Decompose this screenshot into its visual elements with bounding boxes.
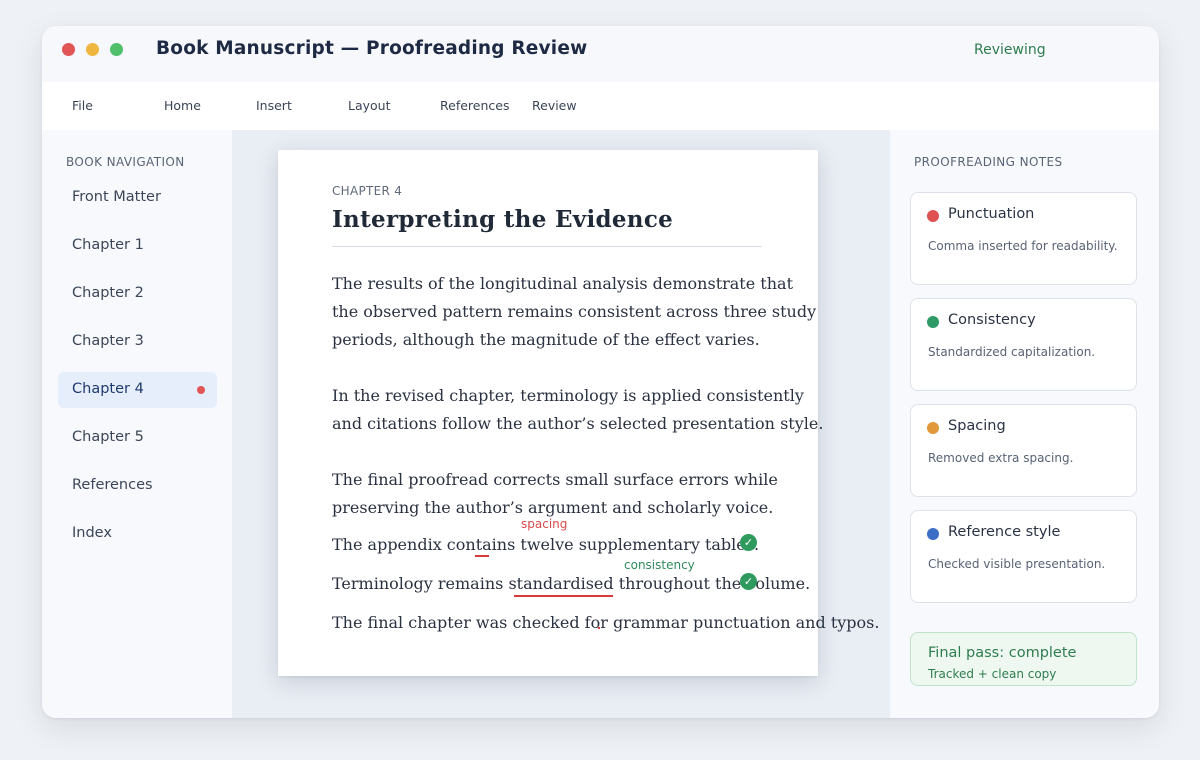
paragraph-2[interactable]: In the revised chapter, terminology is a… [332, 382, 892, 438]
sidebar-item-label: Chapter 2 [72, 285, 144, 301]
review-status: Reviewing [974, 42, 1046, 58]
paragraph-1[interactable]: The results of the longitudinal analysis… [332, 270, 892, 354]
sidebar-item-chapter-3[interactable]: Chapter 3 [58, 324, 217, 360]
sidebar-item-label: References [72, 477, 153, 493]
menu-insert[interactable]: Insert [256, 98, 292, 113]
sidebar-item-chapter-2[interactable]: Chapter 2 [58, 276, 217, 312]
note-card-spacing[interactable]: Spacing Removed extra spacing. [910, 404, 1137, 497]
maximize-window-button[interactable] [110, 43, 123, 56]
proofreading-notes-panel: PROOFREADING NOTES Punctuation Comma ins… [890, 130, 1159, 718]
app-window: Book Manuscript — Proofreading Review Re… [42, 26, 1159, 718]
sidebar-item-chapter-5[interactable]: Chapter 5 [58, 420, 217, 456]
menu-bar: File Home Insert Layout References Revie… [42, 82, 1159, 130]
final-pass-status-card: Final pass: complete Tracked + clean cop… [910, 632, 1137, 686]
notes-heading: PROOFREADING NOTES [914, 155, 1063, 169]
note-title: Reference style [948, 524, 1061, 540]
consistency-edit-label: consistency [624, 558, 695, 572]
menu-file[interactable]: File [72, 98, 93, 113]
line-text-before: Terminology remains [332, 574, 509, 593]
note-description: Removed extra spacing. [928, 451, 1074, 465]
reference-style-color-dot [927, 528, 939, 540]
note-title: Consistency [948, 312, 1036, 328]
consistency-color-dot [927, 316, 939, 328]
final-pass-title: Final pass: complete [928, 645, 1077, 661]
menu-references[interactable]: References [440, 98, 509, 113]
paragraph-line: preserving the author’s argument and sch… [332, 498, 774, 517]
sidebar-item-references[interactable]: References [58, 468, 217, 504]
edited-line-spacing[interactable]: The appendix contains twelve supplementa… [332, 535, 759, 554]
document-canvas: CHAPTER 4 Interpreting the Evidence The … [232, 130, 890, 718]
paragraph-line: In the revised chapter, terminology is a… [332, 386, 804, 405]
consistency-edit-underline [514, 595, 613, 597]
title-divider [332, 246, 762, 247]
sidebar-item-index[interactable]: Index [58, 516, 217, 552]
paragraph-line: the observed pattern remains consistent … [332, 302, 817, 321]
line-text-after: throughout the volume. [613, 574, 811, 593]
accepted-check-icon[interactable]: ✓ [740, 534, 757, 551]
note-description: Comma inserted for readability. [928, 239, 1118, 253]
paragraph-line: periods, although the magnitude of the e… [332, 330, 760, 349]
note-description: Checked visible presentation. [928, 557, 1106, 571]
manuscript-page[interactable]: CHAPTER 4 Interpreting the Evidence The … [278, 150, 879, 676]
sidebar-item-label: Chapter 5 [72, 429, 144, 445]
paragraph-line: The results of the longitudinal analysis… [332, 274, 793, 293]
note-title: Spacing [948, 418, 1006, 434]
sidebar-heading: BOOK NAVIGATION [66, 155, 185, 169]
paragraph-line: The final proofread corrects small surfa… [332, 470, 778, 489]
sidebar-item-label: Index [72, 525, 112, 541]
minimize-window-button[interactable] [86, 43, 99, 56]
flagged-word[interactable]: standardised [508, 574, 613, 593]
note-title: Punctuation [948, 206, 1035, 222]
sidebar-item-chapter-4[interactable]: Chapter 4 [58, 372, 217, 408]
book-navigation-sidebar: BOOK NAVIGATION Front Matter Chapter 1 C… [42, 130, 232, 718]
chapter-title: Interpreting the Evidence [332, 206, 674, 233]
paragraph-3[interactable]: The final proofread corrects small surfa… [332, 466, 892, 522]
spacing-edit-underline [475, 555, 489, 557]
note-description: Standardized capitalization. [928, 345, 1096, 359]
accepted-check-icon[interactable]: ✓ [740, 573, 757, 590]
edited-line-punctuation[interactable]: The final chapter was checked for gramma… [332, 613, 879, 632]
sidebar-item-label: Front Matter [72, 189, 161, 205]
close-window-button[interactable] [62, 43, 75, 56]
chapter-label: CHAPTER 4 [332, 184, 403, 198]
note-card-consistency[interactable]: Consistency Standardized capitalization. [910, 298, 1137, 391]
spacing-edit-label: spacing [521, 517, 568, 531]
menu-home[interactable]: Home [164, 98, 201, 113]
punctuation-color-dot [927, 210, 939, 222]
menu-layout[interactable]: Layout [348, 98, 391, 113]
paragraph-line: and citations follow the author’s select… [332, 414, 824, 433]
window-title: Book Manuscript — Proofreading Review [156, 38, 588, 59]
menu-review[interactable]: Review [532, 98, 577, 113]
sidebar-item-label: Chapter 4 [72, 381, 144, 397]
sidebar-item-front-matter[interactable]: Front Matter [58, 180, 217, 216]
sidebar-item-label: Chapter 1 [72, 237, 144, 253]
sidebar-item-label: Chapter 3 [72, 333, 144, 349]
sidebar-item-chapter-1[interactable]: Chapter 1 [58, 228, 217, 264]
unresolved-edits-indicator [197, 386, 205, 394]
comma-insert-mark [598, 627, 600, 629]
note-card-punctuation[interactable]: Punctuation Comma inserted for readabili… [910, 192, 1137, 285]
spacing-color-dot [927, 422, 939, 434]
note-card-reference-style[interactable]: Reference style Checked visible presenta… [910, 510, 1137, 603]
title-bar: Book Manuscript — Proofreading Review Re… [42, 26, 1159, 82]
edited-line-consistency[interactable]: Terminology remains standardised through… [332, 574, 810, 593]
final-pass-subtitle: Tracked + clean copy [928, 667, 1057, 681]
